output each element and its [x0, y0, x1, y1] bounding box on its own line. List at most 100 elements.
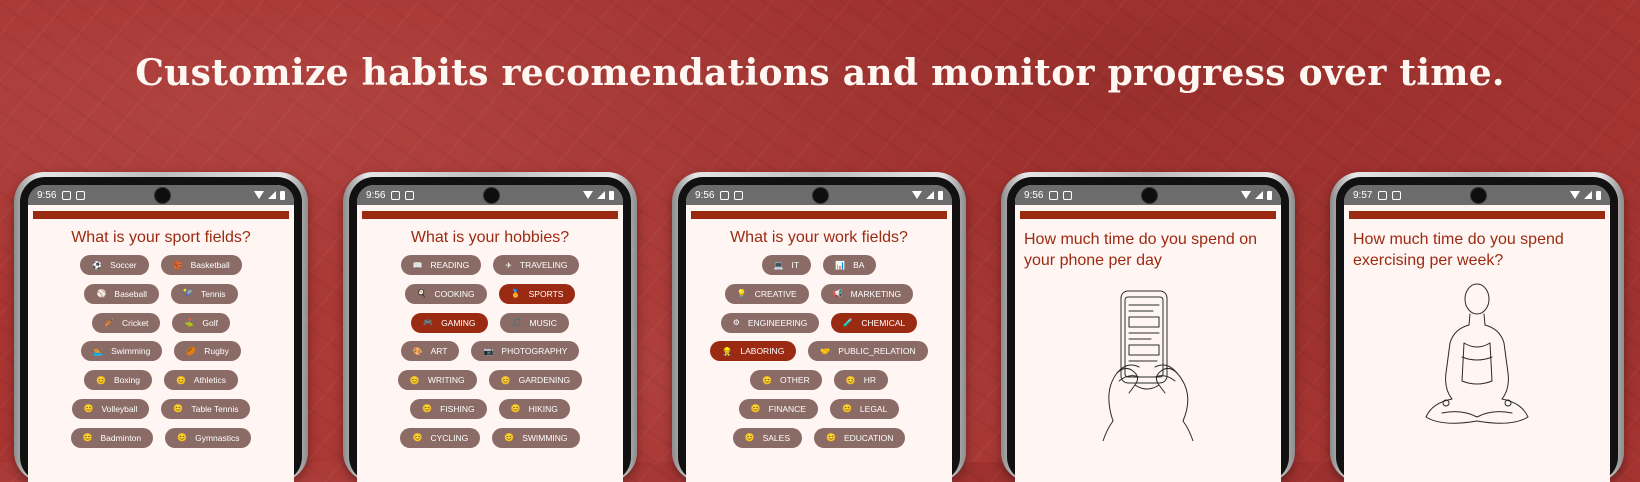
chip-label: PHOTOGRAPHY [501, 346, 568, 357]
chip-label: OTHER [779, 375, 810, 386]
option-chip[interactable]: 📢 MARKETING [820, 283, 914, 304]
option-chip[interactable]: 😊 FISHING [410, 398, 487, 419]
chip-label: TRAVELING [519, 260, 568, 270]
chip-row: 🎨 ART 📷 PHOTOGRAPHY [357, 341, 623, 370]
option-chip-selected[interactable]: 👷 LABORING [710, 341, 797, 362]
wifi-icon [912, 191, 922, 199]
chip-label: Basketball [190, 260, 230, 270]
option-chip[interactable]: 😊 SWIMMING [492, 427, 580, 448]
option-chip[interactable]: 💻 IT [761, 255, 812, 275]
chip-icon: 🏊 [93, 346, 104, 356]
status-time: 9:56 [1024, 189, 1044, 201]
option-chip[interactable]: 😊 Gymnastics [165, 427, 252, 448]
chip-icon: 😊 [744, 433, 755, 443]
battery-icon [1596, 190, 1601, 200]
battery-icon [1267, 190, 1272, 200]
chip-label: MUSIC [529, 317, 557, 328]
camera-cutout [1470, 187, 1487, 204]
option-chip[interactable]: 😊 OTHER [750, 370, 822, 391]
option-chip[interactable]: 😊 FINANCE [738, 398, 818, 419]
meditating-person-illustration [1425, 283, 1529, 424]
option-chip[interactable]: 🏀 Basketball [160, 255, 242, 275]
chip-label: GAMING [441, 317, 476, 328]
chip-icon: 😊 [841, 404, 852, 414]
chip-icon: 👷 [722, 346, 733, 356]
option-chip[interactable]: 🏏 Cricket [92, 312, 161, 333]
chip-row: ⚾ Baseball 🎾 Tennis [28, 283, 294, 313]
battery-icon [280, 190, 285, 200]
phone-screen: 9:56 What is your work fields? 💻 IT 📊 BA 💡 CR… [686, 185, 952, 482]
chip-label: Cricket [121, 317, 149, 328]
chip-icon: 😊 [412, 433, 423, 443]
option-chip[interactable]: 😊 Volleyball [71, 398, 150, 419]
camera-cutout [483, 187, 500, 204]
option-chip[interactable]: 💡 CREATIVE [724, 283, 809, 304]
option-chip[interactable]: 😊 CYCLING [400, 427, 481, 448]
question-title: What is your sport fields? [71, 229, 251, 246]
option-chip[interactable]: 🤝 PUBLIC_RELATION [808, 341, 928, 362]
status-time: 9:56 [37, 189, 57, 201]
option-chip[interactable]: 📖 READING [400, 255, 482, 275]
sim-icon [1063, 190, 1073, 200]
chip-row: 😊 Boxing 😊 Athletics [28, 370, 294, 399]
option-chip[interactable]: ✈ TRAVELING [493, 255, 580, 275]
chip-label: SWIMMING [522, 432, 568, 443]
option-chip[interactable]: 📊 BA [823, 255, 877, 275]
chip-label: EDUCATION [843, 432, 894, 443]
option-chip[interactable]: 🏊 Swimming [81, 341, 163, 362]
chip-label: Baseball [114, 288, 148, 299]
chip-row: 💡 CREATIVE 📢 MARKETING [686, 283, 952, 313]
chip-row: 📖 READING ✈ TRAVELING [357, 255, 623, 284]
chip-icon: 😊 [825, 433, 836, 443]
option-chip[interactable]: 😊 HR [833, 370, 888, 391]
chip-icon: 😊 [762, 375, 772, 385]
chip-icon: ⚙ [732, 318, 740, 328]
option-chip[interactable]: 😊 GARDENING [488, 370, 583, 391]
option-chip[interactable]: 😊 WRITING [397, 370, 477, 391]
status-time: 9:57 [1353, 189, 1373, 201]
phone-sport-fields: 9:56 What is your sport fields? ⚽ Soccer 🏀… [14, 172, 308, 482]
option-chip[interactable]: 🏉 Rugby [174, 341, 241, 362]
option-chip[interactable]: 😊 Boxing [83, 370, 152, 391]
chip-icon: 😊 [177, 433, 188, 443]
chip-icon: ⛳ [184, 318, 195, 328]
option-chip[interactable]: 😊 Athletics [163, 370, 239, 391]
option-chip[interactable]: 😊 EDUCATION [813, 427, 906, 448]
chip-icon: 😊 [500, 375, 511, 385]
phone-screen: 9:57 How much time do you spend exercisi… [1344, 185, 1610, 482]
option-chip[interactable]: 📷 PHOTOGRAPHY [471, 341, 580, 362]
battery-icon [609, 190, 614, 200]
chip-icon: 🎾 [183, 289, 193, 299]
chip-icon: 🏉 [186, 346, 197, 356]
chip-icon: 🎵 [511, 318, 522, 328]
chip-icon: 📢 [832, 289, 843, 299]
chip-row: 🏊 Swimming 🏉 Rugby [28, 341, 294, 370]
chip-label: SPORTS [528, 288, 564, 299]
option-chip[interactable]: 🍳 COOKING [404, 283, 487, 304]
status-bar: 9:56 [28, 185, 294, 205]
option-chip[interactable]: 🎨 ART [400, 341, 460, 362]
chip-icon: 📷 [483, 346, 494, 356]
option-chip-selected[interactable]: 🏅 SPORTS [498, 283, 576, 304]
option-chip[interactable]: 🎾 Tennis [171, 283, 238, 304]
option-chip[interactable]: 😊 HIKING [498, 398, 570, 419]
chip-icon: 😊 [83, 404, 94, 414]
option-chip-selected[interactable]: 🎮 GAMING [411, 312, 488, 333]
option-chip[interactable]: ⚾ Baseball [84, 283, 160, 304]
option-chip[interactable]: ⚽ Soccer [80, 255, 149, 275]
option-chip[interactable]: 😊 Table Tennis [161, 398, 251, 419]
chip-label: Swimming [111, 346, 151, 357]
progress-bar [1020, 211, 1276, 219]
wifi-icon [583, 191, 593, 199]
option-chip-selected[interactable]: 🧪 CHEMICAL [831, 312, 918, 333]
option-chip[interactable]: 🎵 MUSIC [499, 312, 569, 333]
option-chip[interactable]: 😊 Badminton [70, 427, 154, 448]
chip-label: COOKING [434, 288, 475, 299]
option-chip[interactable]: 😊 LEGAL [829, 398, 900, 419]
option-chip[interactable]: 😊 SALES [732, 427, 802, 448]
chip-icon: 🎮 [423, 318, 434, 328]
phone-screen: 9:56 What is your hobbies? 📖 READING ✈ TRAV… [357, 185, 623, 482]
option-chip[interactable]: ⛳ Golf [172, 312, 230, 333]
option-chip[interactable]: ⚙ ENGINEERING [720, 312, 820, 333]
chip-label: MARKETING [850, 288, 902, 299]
